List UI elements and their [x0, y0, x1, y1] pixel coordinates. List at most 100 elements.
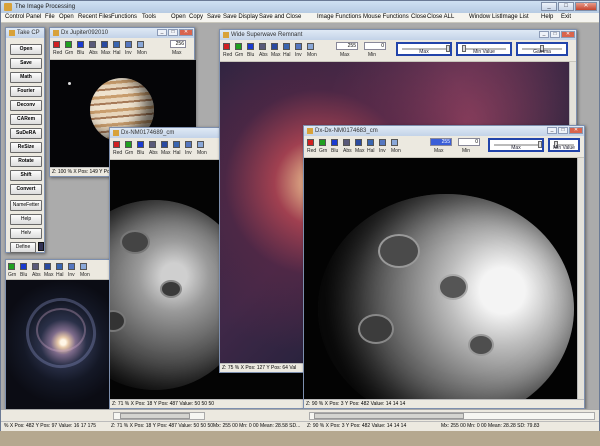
menu-window-list[interactable]: Window List: [469, 14, 501, 20]
save-button[interactable]: Save: [10, 58, 42, 69]
menu-recent-files[interactable]: Recent Files: [78, 14, 111, 20]
hal-swatch[interactable]: [367, 139, 374, 146]
resize-button[interactable]: ReSize: [10, 142, 42, 153]
define-button[interactable]: Define: [10, 242, 36, 253]
menu-tools[interactable]: Tools: [142, 14, 156, 20]
min-value-slider[interactable]: Min Value: [456, 42, 512, 56]
menu-control-panel[interactable]: Control Panel: [5, 14, 41, 20]
green-swatch[interactable]: [125, 141, 132, 148]
inv-swatch[interactable]: [125, 41, 132, 48]
abs-swatch[interactable]: [32, 263, 39, 270]
max-field[interactable]: 255: [336, 42, 358, 50]
blue-swatch[interactable]: [20, 263, 27, 270]
max-swatch[interactable]: [161, 141, 168, 148]
blue-swatch[interactable]: [247, 43, 254, 50]
menu-copy[interactable]: Copy: [189, 14, 203, 20]
minimize-button[interactable]: _: [539, 31, 549, 38]
galaxy-image[interactable]: [6, 280, 116, 410]
abs-swatch[interactable]: [89, 41, 96, 48]
shift-button[interactable]: Shift: [10, 170, 42, 181]
hal-swatch[interactable]: [173, 141, 180, 148]
min-value-slider[interactable]: Min Value: [548, 138, 580, 152]
max-slider[interactable]: Max: [396, 42, 452, 56]
max-swatch[interactable]: [271, 43, 278, 50]
close-button[interactable]: ✕: [561, 31, 575, 38]
green-swatch[interactable]: [235, 43, 242, 50]
menu-exit[interactable]: Exit: [561, 14, 571, 20]
mon-swatch[interactable]: [137, 41, 144, 48]
rotate-button[interactable]: Rotate: [10, 156, 42, 167]
max-field[interactable]: 255: [430, 138, 452, 146]
mon-swatch[interactable]: [391, 139, 398, 146]
maximize-button[interactable]: □: [558, 127, 568, 134]
menu-help[interactable]: Help: [541, 14, 553, 20]
red-swatch[interactable]: [113, 141, 120, 148]
blue-swatch[interactable]: [331, 139, 338, 146]
blue-swatch[interactable]: [137, 141, 144, 148]
suderra-button[interactable]: SuDeRA: [10, 128, 42, 139]
minimize-button[interactable]: _: [547, 127, 557, 134]
fourier-button[interactable]: Fourier: [10, 86, 42, 97]
red-swatch[interactable]: [223, 43, 230, 50]
max-swatch[interactable]: [355, 139, 362, 146]
max-swatch[interactable]: [101, 41, 108, 48]
moon2-hscroll[interactable]: [309, 412, 595, 420]
helv-button[interactable]: Helv: [10, 228, 42, 239]
menu-functions[interactable]: Functions: [111, 14, 137, 20]
gamma-slider[interactable]: Gamma: [516, 42, 568, 56]
max-field[interactable]: 256: [170, 40, 186, 48]
mon-swatch[interactable]: [307, 43, 314, 50]
open-button[interactable]: Open: [10, 44, 42, 55]
math-button[interactable]: Math: [10, 72, 42, 83]
moon2-vscroll[interactable]: [577, 158, 584, 400]
moon1-hscroll[interactable]: [113, 412, 205, 420]
inv-swatch[interactable]: [379, 139, 386, 146]
help-button[interactable]: Help: [10, 214, 42, 225]
inv-swatch[interactable]: [295, 43, 302, 50]
green-swatch[interactable]: [8, 263, 15, 270]
abs-swatch[interactable]: [343, 139, 350, 146]
menu-close[interactable]: Close: [411, 14, 426, 20]
hal-swatch[interactable]: [283, 43, 290, 50]
moon2-image[interactable]: [304, 158, 578, 400]
deconv-button[interactable]: Deconv: [10, 100, 42, 111]
minimize-button[interactable]: _: [157, 29, 167, 36]
hal-swatch[interactable]: [56, 263, 63, 270]
maximize-button[interactable]: □: [168, 29, 178, 36]
carem-button[interactable]: CARem: [10, 114, 42, 125]
convert-button[interactable]: Convert: [10, 184, 42, 195]
mon-swatch[interactable]: [197, 141, 204, 148]
menu-open[interactable]: Open: [59, 14, 74, 20]
max-slider[interactable]: Max: [488, 138, 544, 152]
abs-swatch[interactable]: [259, 43, 266, 50]
min-field[interactable]: 0: [458, 138, 480, 146]
hal-swatch[interactable]: [113, 41, 120, 48]
min-field[interactable]: 0: [364, 42, 386, 50]
inv-swatch[interactable]: [185, 141, 192, 148]
close-button[interactable]: ✕: [179, 29, 193, 36]
menu-close-all[interactable]: Close ALL: [427, 14, 454, 20]
maximize-button[interactable]: □: [558, 2, 574, 11]
menu-file[interactable]: File: [45, 14, 55, 20]
green-swatch[interactable]: [65, 41, 72, 48]
red-swatch[interactable]: [53, 41, 60, 48]
abs-swatch[interactable]: [149, 141, 156, 148]
inv-swatch[interactable]: [68, 263, 75, 270]
close-button[interactable]: ✕: [569, 127, 583, 134]
menu-save-and-close[interactable]: Save and Close: [259, 14, 301, 20]
menu-open-2[interactable]: Open: [171, 14, 186, 20]
max-swatch[interactable]: [44, 263, 51, 270]
scroll-arrow-icon[interactable]: [38, 242, 44, 251]
namefetter-button[interactable]: NameFetter: [10, 200, 42, 211]
blue-swatch[interactable]: [77, 41, 84, 48]
mon-swatch[interactable]: [80, 263, 87, 270]
menu-image-list[interactable]: Image List: [501, 14, 529, 20]
menu-save-display[interactable]: Save Display: [223, 14, 258, 20]
menu-image-functions[interactable]: Image Functions: [317, 14, 361, 20]
maximize-button[interactable]: □: [550, 31, 560, 38]
red-swatch[interactable]: [307, 139, 314, 146]
minimize-button[interactable]: _: [541, 2, 557, 11]
menu-save[interactable]: Save: [207, 14, 221, 20]
menu-mouse-functions[interactable]: Mouse Functions: [363, 14, 409, 20]
green-swatch[interactable]: [319, 139, 326, 146]
